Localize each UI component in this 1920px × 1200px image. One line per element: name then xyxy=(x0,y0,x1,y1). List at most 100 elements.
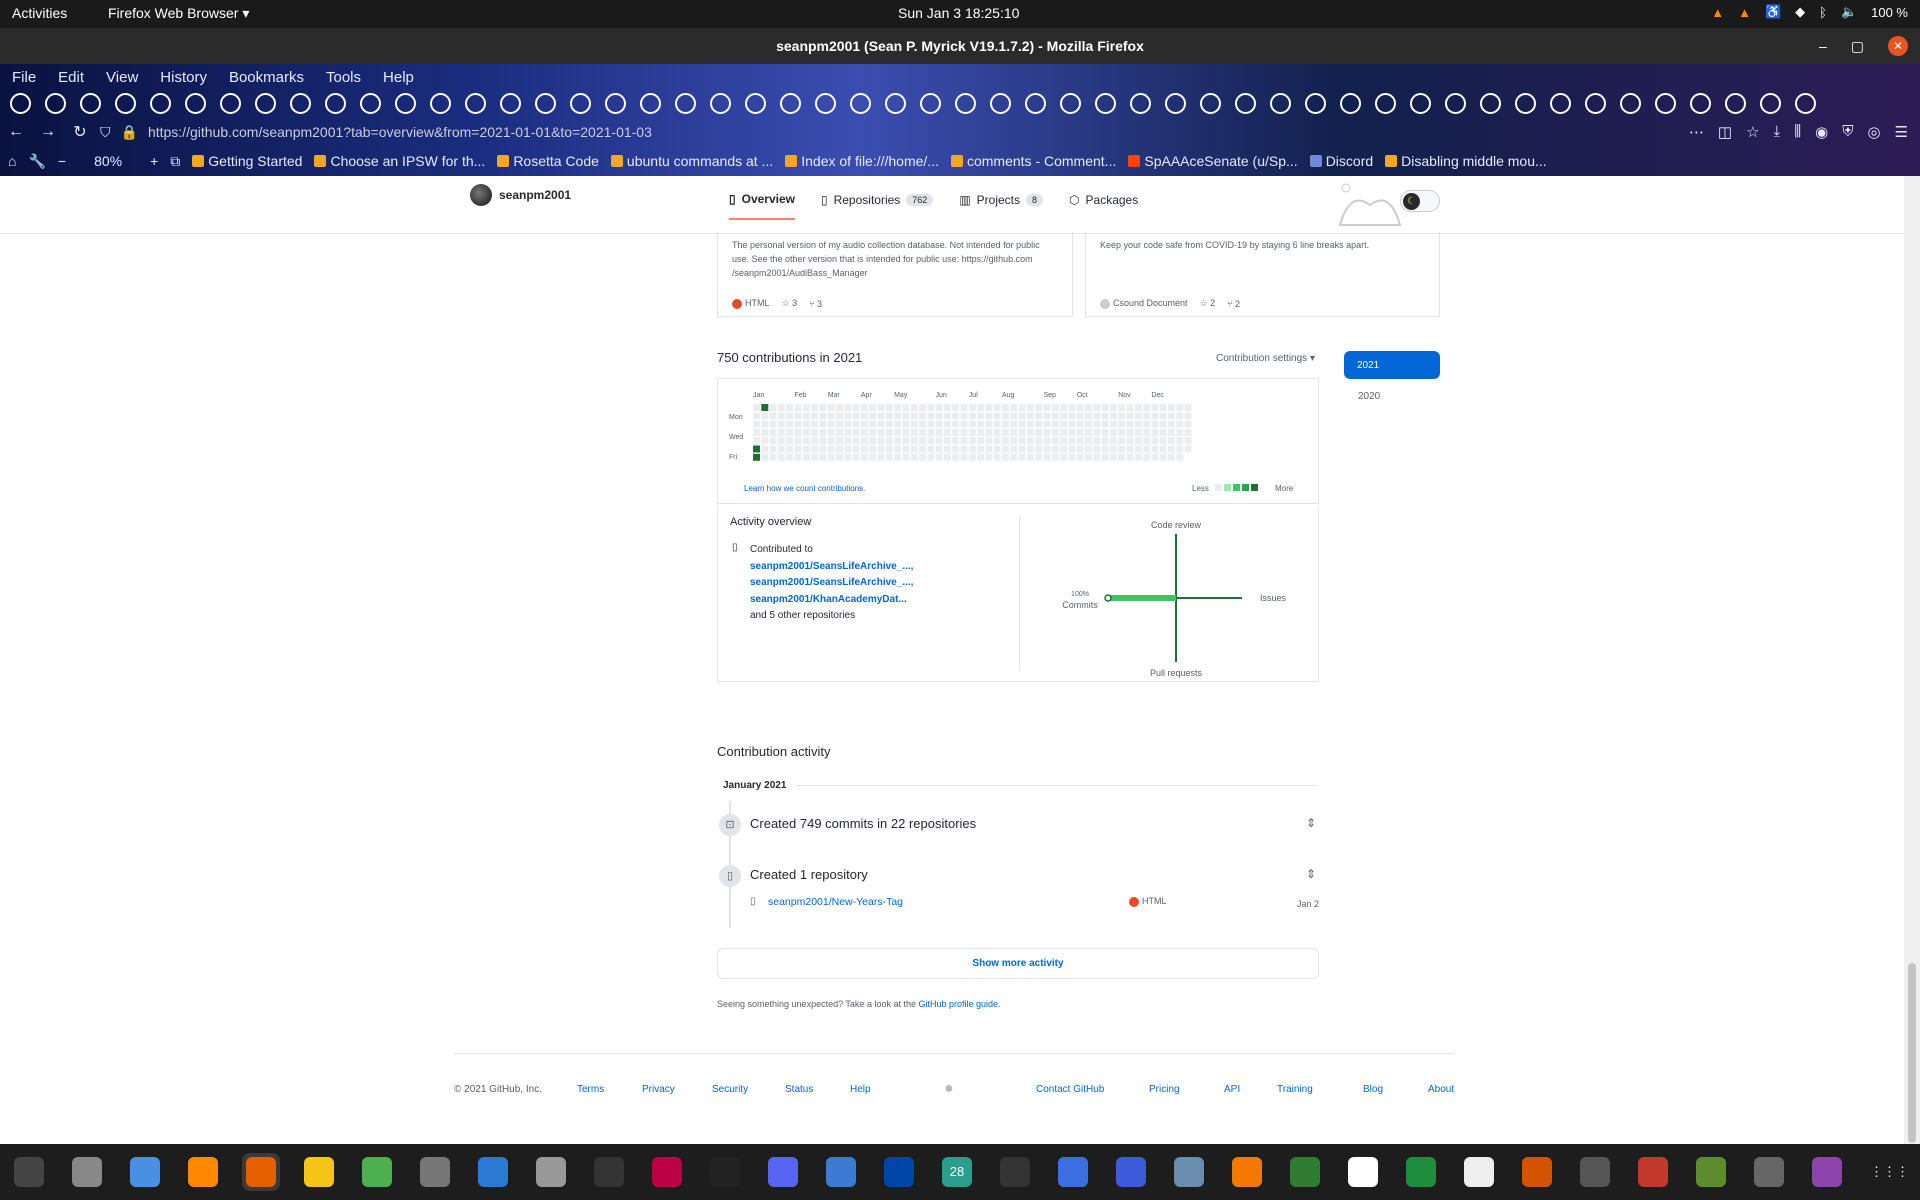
contribution-cell[interactable] xyxy=(1134,437,1142,445)
tab-github-icon[interactable] xyxy=(640,93,661,114)
repo-link[interactable]: seanpm2001/SeansLifeArchive_..., xyxy=(750,559,913,576)
volume-icon[interactable]: 🔈 xyxy=(1841,4,1857,20)
contribution-cell[interactable] xyxy=(985,437,993,445)
contribution-cell[interactable] xyxy=(827,453,835,461)
footer-terms[interactable]: Terms xyxy=(577,1084,604,1095)
contribution-settings-button[interactable]: Contribution settings ▾ xyxy=(1216,353,1315,364)
contribution-cell[interactable] xyxy=(885,404,893,411)
gedit-icon[interactable] xyxy=(1286,1153,1324,1191)
minecraft-icon[interactable] xyxy=(1692,1153,1730,1191)
page-actions-icon[interactable]: ⋯ xyxy=(1689,123,1704,141)
tab-github-icon[interactable] xyxy=(1655,93,1676,114)
game-icon[interactable] xyxy=(1634,1153,1672,1191)
tab-github-icon[interactable] xyxy=(850,93,871,114)
bookmark-spaaacesenate[interactable]: SpAAAceSenate (u/Sp... xyxy=(1128,153,1298,169)
contribution-cell[interactable] xyxy=(1002,428,1009,436)
bookmark-discord[interactable]: Discord xyxy=(1309,153,1373,169)
contribution-cell[interactable] xyxy=(968,404,976,411)
hamburger-menu-icon[interactable]: ☰ xyxy=(1895,123,1908,141)
contribution-cell[interactable] xyxy=(894,445,902,453)
contribution-cell[interactable] xyxy=(968,437,976,445)
contribution-cell[interactable] xyxy=(1176,428,1184,436)
contribution-cell[interactable] xyxy=(1018,428,1026,436)
contribution-cell[interactable] xyxy=(910,404,918,411)
contribution-cell[interactable] xyxy=(1010,453,1018,461)
contribution-cell[interactable] xyxy=(943,412,951,420)
clock[interactable]: Sun Jan 3 18:25:10 xyxy=(898,5,1019,21)
menu-help[interactable]: Help xyxy=(383,69,414,86)
tab-github-icon[interactable] xyxy=(1235,93,1256,114)
contribution-cell[interactable] xyxy=(761,453,769,461)
contribution-cell[interactable] xyxy=(1051,428,1059,436)
contribution-cell[interactable] xyxy=(1159,428,1167,436)
contribution-cell[interactable] xyxy=(1085,437,1092,445)
contribution-cell[interactable] xyxy=(1143,445,1151,453)
year-2021-button[interactable]: 2021 xyxy=(1344,351,1440,379)
contribution-cell[interactable] xyxy=(919,445,926,453)
contribution-cell[interactable] xyxy=(1035,404,1043,411)
contribution-cell[interactable] xyxy=(786,404,794,411)
contribution-cell[interactable] xyxy=(1043,453,1051,461)
contribution-cell[interactable] xyxy=(1085,453,1092,461)
theme-toggle[interactable]: ☾ xyxy=(1400,190,1440,212)
contribution-cell[interactable] xyxy=(836,453,843,461)
contribution-cell[interactable] xyxy=(1176,453,1184,461)
contribution-cell[interactable] xyxy=(844,404,852,411)
menu-history[interactable]: History xyxy=(160,69,207,86)
contribution-cell[interactable] xyxy=(786,420,794,428)
contribution-cell[interactable] xyxy=(761,404,769,411)
contribution-cell[interactable] xyxy=(927,404,935,411)
contribution-cell[interactable] xyxy=(1068,453,1076,461)
contribution-cell[interactable] xyxy=(860,453,868,461)
contribution-cell[interactable] xyxy=(1176,412,1184,420)
contribution-cell[interactable] xyxy=(1018,420,1026,428)
contribution-cell[interactable] xyxy=(1035,445,1043,453)
contribution-cell[interactable] xyxy=(844,453,852,461)
contribution-cell[interactable] xyxy=(894,453,902,461)
contribution-cell[interactable] xyxy=(1159,453,1167,461)
contribution-cell[interactable] xyxy=(877,412,885,420)
tab-repositories[interactable]: ▯ Repositories 762 xyxy=(821,188,934,220)
screenshot-icon[interactable]: ⧉ xyxy=(170,153,180,170)
contribution-cell[interactable] xyxy=(952,453,960,461)
contribution-cell[interactable] xyxy=(1134,445,1142,453)
contribution-cell[interactable] xyxy=(985,412,993,420)
contribution-cell[interactable] xyxy=(869,453,877,461)
contribution-cell[interactable] xyxy=(836,404,843,411)
contribution-cell[interactable] xyxy=(769,445,777,453)
contribution-cell[interactable] xyxy=(1010,412,1018,420)
contribution-cell[interactable] xyxy=(993,412,1001,420)
tab-github-icon[interactable] xyxy=(605,93,626,114)
contribution-cell[interactable] xyxy=(852,437,860,445)
contribution-cell[interactable] xyxy=(1026,437,1034,445)
contribution-cell[interactable] xyxy=(827,428,835,436)
contribution-cell[interactable] xyxy=(1126,428,1134,436)
contribution-cell[interactable] xyxy=(1143,437,1151,445)
contribution-cell[interactable] xyxy=(1035,437,1043,445)
contribution-cell[interactable] xyxy=(877,420,885,428)
contribution-cell[interactable] xyxy=(1134,404,1142,411)
contribution-cell[interactable] xyxy=(777,404,785,411)
contribution-cell[interactable] xyxy=(1085,412,1092,420)
avatar[interactable] xyxy=(470,184,492,206)
tab-github-icon[interactable] xyxy=(465,93,486,114)
contribution-cell[interactable] xyxy=(794,428,802,436)
settings-icon[interactable] xyxy=(416,1153,454,1191)
contribution-cell[interactable] xyxy=(952,420,960,428)
contribution-cell[interactable] xyxy=(1002,412,1009,420)
contribution-cell[interactable] xyxy=(1143,420,1151,428)
contribution-cell[interactable] xyxy=(1035,412,1043,420)
contribution-cell[interactable] xyxy=(753,428,760,436)
tab-github-icon[interactable] xyxy=(1690,93,1711,114)
github-logo-icon[interactable]: ● xyxy=(944,1080,954,1098)
ublock-icon[interactable]: ⛨ xyxy=(1842,123,1853,141)
contribution-cell[interactable] xyxy=(852,428,860,436)
contribution-cell[interactable] xyxy=(1043,412,1051,420)
contribution-cell[interactable] xyxy=(1060,428,1068,436)
tab-github-icon[interactable] xyxy=(1375,93,1396,114)
impress-icon[interactable] xyxy=(1518,1153,1556,1191)
files-icon[interactable] xyxy=(68,1153,106,1191)
contribution-cell[interactable] xyxy=(761,412,769,420)
menu-edit[interactable]: Edit xyxy=(58,69,84,86)
contribution-cell[interactable] xyxy=(786,453,794,461)
